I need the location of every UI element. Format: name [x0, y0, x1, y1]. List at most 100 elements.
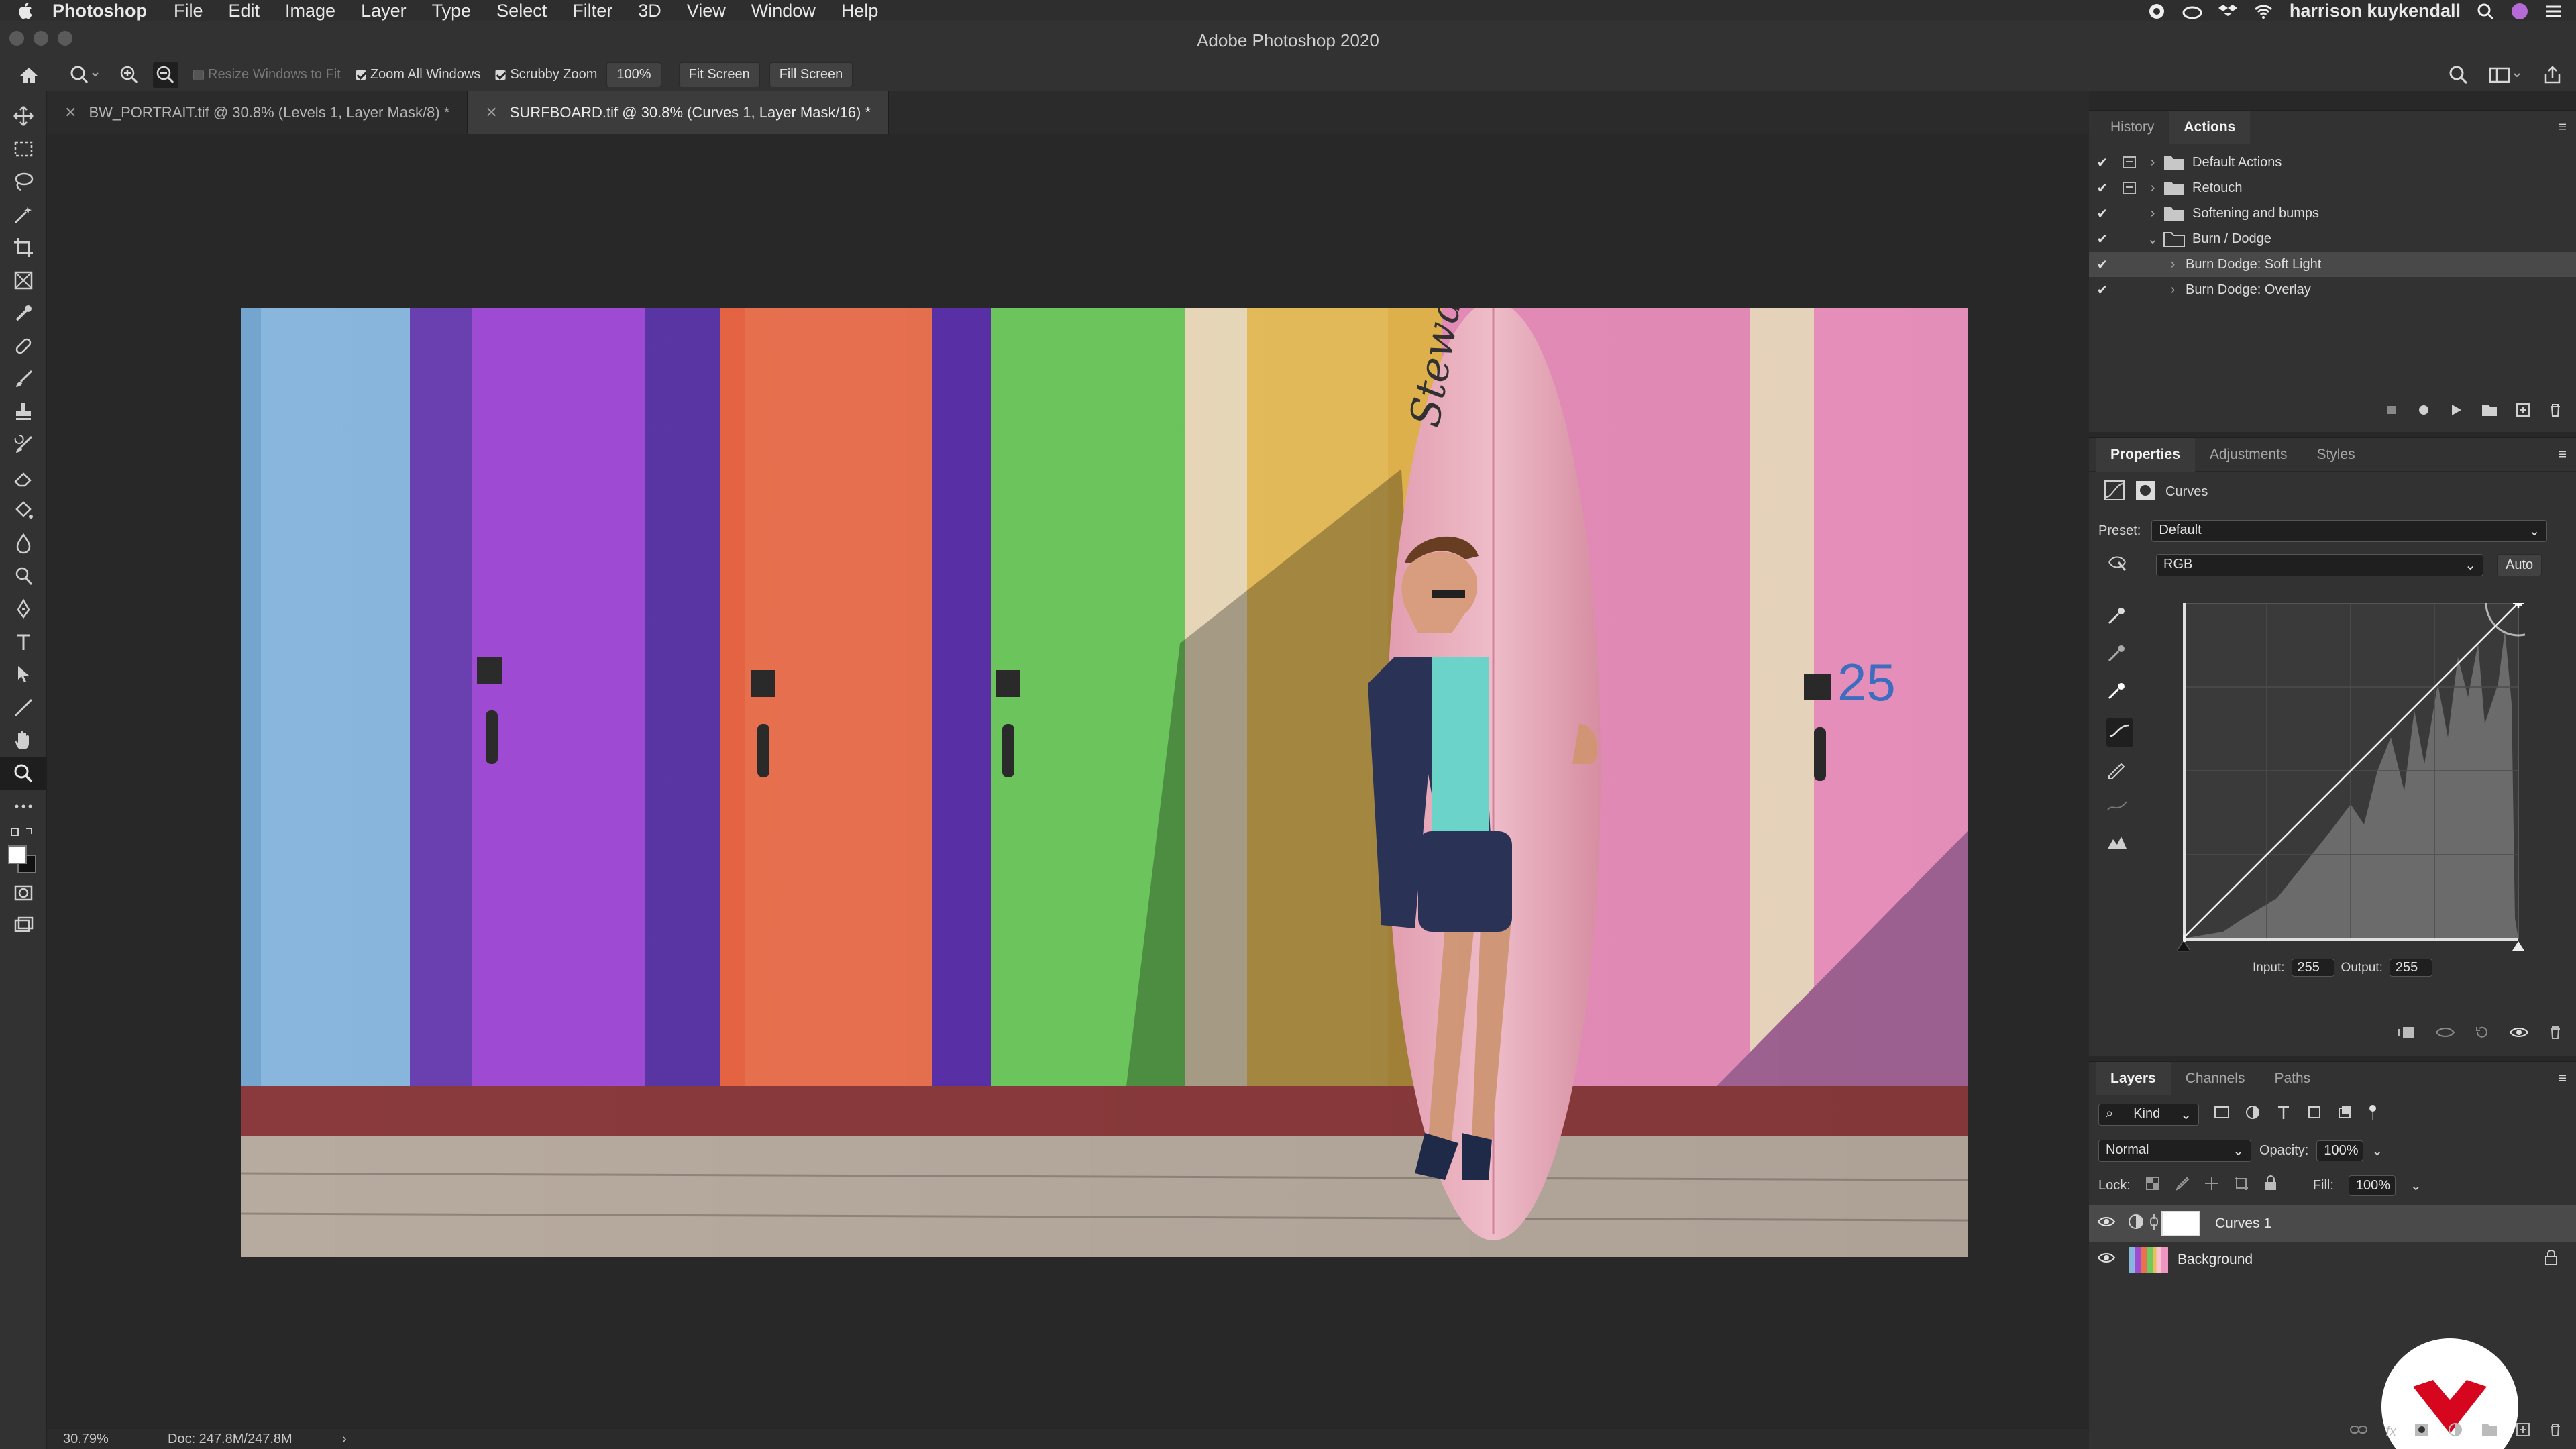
zoom-in-icon[interactable] — [119, 65, 140, 85]
layer-mask-thumbnail[interactable] — [2161, 1211, 2200, 1236]
channel-select[interactable]: RGB ⌄ — [2156, 553, 2483, 576]
zoom-window-button[interactable] — [58, 31, 72, 46]
minimize-window-button[interactable] — [34, 31, 48, 46]
crop-tool-icon[interactable] — [0, 231, 47, 264]
swap-colors-icon[interactable] — [0, 822, 47, 843]
menu-layer[interactable]: Layer — [361, 1, 407, 21]
stop-icon[interactable] — [2384, 402, 2399, 421]
chain-link-icon[interactable] — [2149, 1212, 2159, 1235]
new-group-icon[interactable] — [2481, 1422, 2498, 1441]
brush-tool-icon[interactable] — [0, 362, 47, 395]
layer-row-background[interactable]: Background — [2089, 1242, 2576, 1278]
layer-name[interactable]: Curves 1 — [2215, 1216, 2271, 1232]
gray-point-eyedropper-icon[interactable] — [2106, 643, 2133, 667]
check-icon[interactable]: ✔ — [2089, 231, 2116, 248]
menu-3d[interactable]: 3D — [638, 1, 661, 21]
lock-transparency-icon[interactable] — [2145, 1176, 2160, 1195]
magic-wand-tool-icon[interactable] — [0, 198, 47, 231]
tab-layers[interactable]: Layers — [2096, 1061, 2171, 1095]
curve-point-tool-icon[interactable] — [2106, 718, 2133, 747]
action-row[interactable]: ✔ › Burn Dodge: Overlay — [2089, 277, 2576, 303]
dodge-tool-icon[interactable] — [0, 559, 47, 592]
tab-surfboard[interactable]: ✕ SURFBOARD.tif @ 30.8% (Curves 1, Layer … — [468, 91, 890, 134]
menu-view[interactable]: View — [687, 1, 726, 21]
stamp-tool-icon[interactable] — [0, 395, 47, 428]
chevron-right-icon[interactable]: › — [2143, 155, 2163, 170]
delete-icon[interactable] — [2548, 1025, 2563, 1044]
link-layers-icon[interactable] — [2349, 1423, 2368, 1440]
panel-menu-icon[interactable]: ≡ — [2559, 119, 2567, 136]
mask-icon[interactable] — [2135, 480, 2156, 505]
lock-all-icon[interactable] — [2263, 1175, 2278, 1195]
tab-adjustments[interactable]: Adjustments — [2195, 438, 2302, 472]
black-input-slider[interactable] — [2178, 941, 2190, 951]
notification-center-icon[interactable] — [2545, 1, 2563, 21]
zoom-tool-icon[interactable] — [0, 757, 47, 790]
fx-icon[interactable]: fx — [2385, 1424, 2396, 1440]
menu-filter[interactable]: Filter — [572, 1, 612, 21]
dialog-toggle-icon[interactable] — [2116, 156, 2143, 169]
filter-toggle-icon[interactable] — [2368, 1104, 2377, 1125]
white-input-slider[interactable] — [2512, 941, 2524, 951]
menu-type[interactable]: Type — [432, 1, 472, 21]
fill-field[interactable]: 100% — [2348, 1175, 2396, 1196]
close-window-button[interactable] — [9, 31, 24, 46]
foreground-color-swatch[interactable] — [8, 845, 27, 864]
frame-tool-icon[interactable] — [0, 264, 47, 297]
share-icon[interactable] — [2542, 65, 2563, 85]
eraser-tool-icon[interactable] — [0, 461, 47, 494]
blend-mode-select[interactable]: Normal ⌄ — [2098, 1139, 2251, 1162]
view-previous-state-icon[interactable] — [2435, 1025, 2455, 1044]
action-set-row[interactable]: ✔ ⌄ Burn / Dodge — [2089, 226, 2576, 252]
chevron-right-icon[interactable]: › — [2143, 180, 2163, 196]
marquee-tool-icon[interactable] — [0, 132, 47, 165]
curves-adjustment-icon[interactable] — [2104, 480, 2125, 505]
search-icon[interactable] — [2477, 1, 2494, 21]
menu-window[interactable]: Window — [751, 1, 816, 21]
input-field[interactable]: 255 — [2291, 959, 2334, 977]
targeted-adjustment-icon[interactable] — [2106, 553, 2129, 577]
blur-tool-icon[interactable] — [0, 527, 47, 559]
healing-brush-tool-icon[interactable] — [0, 329, 47, 362]
chevron-right-icon[interactable]: › — [2163, 282, 2183, 298]
tab-bw-portrait[interactable]: ✕ BW_PORTRAIT.tif @ 30.8% (Levels 1, Laye… — [47, 91, 468, 134]
filter-shape-icon[interactable] — [2306, 1104, 2322, 1124]
document-canvas[interactable]: Stewart 25 — [47, 134, 2089, 1429]
new-layer-icon[interactable] — [2516, 1422, 2530, 1441]
clipping-warning-icon[interactable] — [2106, 833, 2133, 855]
hand-tool-icon[interactable] — [0, 724, 47, 757]
tab-actions[interactable]: Actions — [2169, 110, 2251, 144]
quick-mask-icon[interactable] — [0, 876, 47, 909]
close-tab-icon[interactable]: ✕ — [64, 104, 76, 121]
lasso-tool-icon[interactable] — [0, 165, 47, 198]
kind-filter-select[interactable]: ⌕ Kind ⌄ — [2098, 1103, 2199, 1126]
wifi-icon[interactable] — [2253, 1, 2273, 21]
record-icon[interactable] — [2147, 1, 2166, 21]
tab-styles[interactable]: Styles — [2302, 438, 2369, 472]
zoom-tool-preset-icon[interactable] — [70, 65, 99, 85]
layer-row-curves[interactable]: Curves 1 — [2089, 1205, 2576, 1242]
dialog-toggle-icon[interactable] — [2116, 181, 2143, 195]
zoom-level[interactable]: 30.79% — [63, 1429, 109, 1449]
layer-name[interactable]: Background — [2178, 1252, 2253, 1268]
action-set-row[interactable]: ✔ › Softening and bumps — [2089, 201, 2576, 226]
menu-file[interactable]: File — [174, 1, 203, 21]
filter-smart-object-icon[interactable] — [2337, 1104, 2353, 1124]
lock-position-icon[interactable] — [2204, 1176, 2219, 1195]
color-swatches[interactable] — [0, 843, 47, 876]
panel-menu-icon[interactable]: ≡ — [2559, 1071, 2567, 1087]
chevron-down-icon[interactable]: ⌄ — [2410, 1177, 2422, 1194]
resize-windows-checkbox[interactable]: Resize Windows to Fit — [193, 67, 341, 83]
black-point-eyedropper-icon[interactable] — [2106, 606, 2133, 630]
pen-tool-icon[interactable] — [0, 592, 47, 625]
scrubby-zoom-checkbox[interactable]: Scrubby Zoom — [495, 67, 597, 83]
menubar-user-name[interactable]: harrison kuykendall — [2290, 1, 2461, 21]
add-mask-icon[interactable] — [2414, 1422, 2430, 1441]
lock-pixels-icon[interactable] — [2175, 1176, 2190, 1195]
close-tab-icon[interactable]: ✕ — [485, 104, 497, 121]
check-icon[interactable]: ✔ — [2089, 180, 2116, 197]
play-icon[interactable] — [2449, 402, 2463, 421]
check-icon[interactable]: ✔ — [2089, 205, 2116, 222]
action-row[interactable]: ✔ › Burn Dodge: Soft Light — [2089, 252, 2576, 277]
smooth-curve-icon[interactable] — [2106, 796, 2133, 819]
